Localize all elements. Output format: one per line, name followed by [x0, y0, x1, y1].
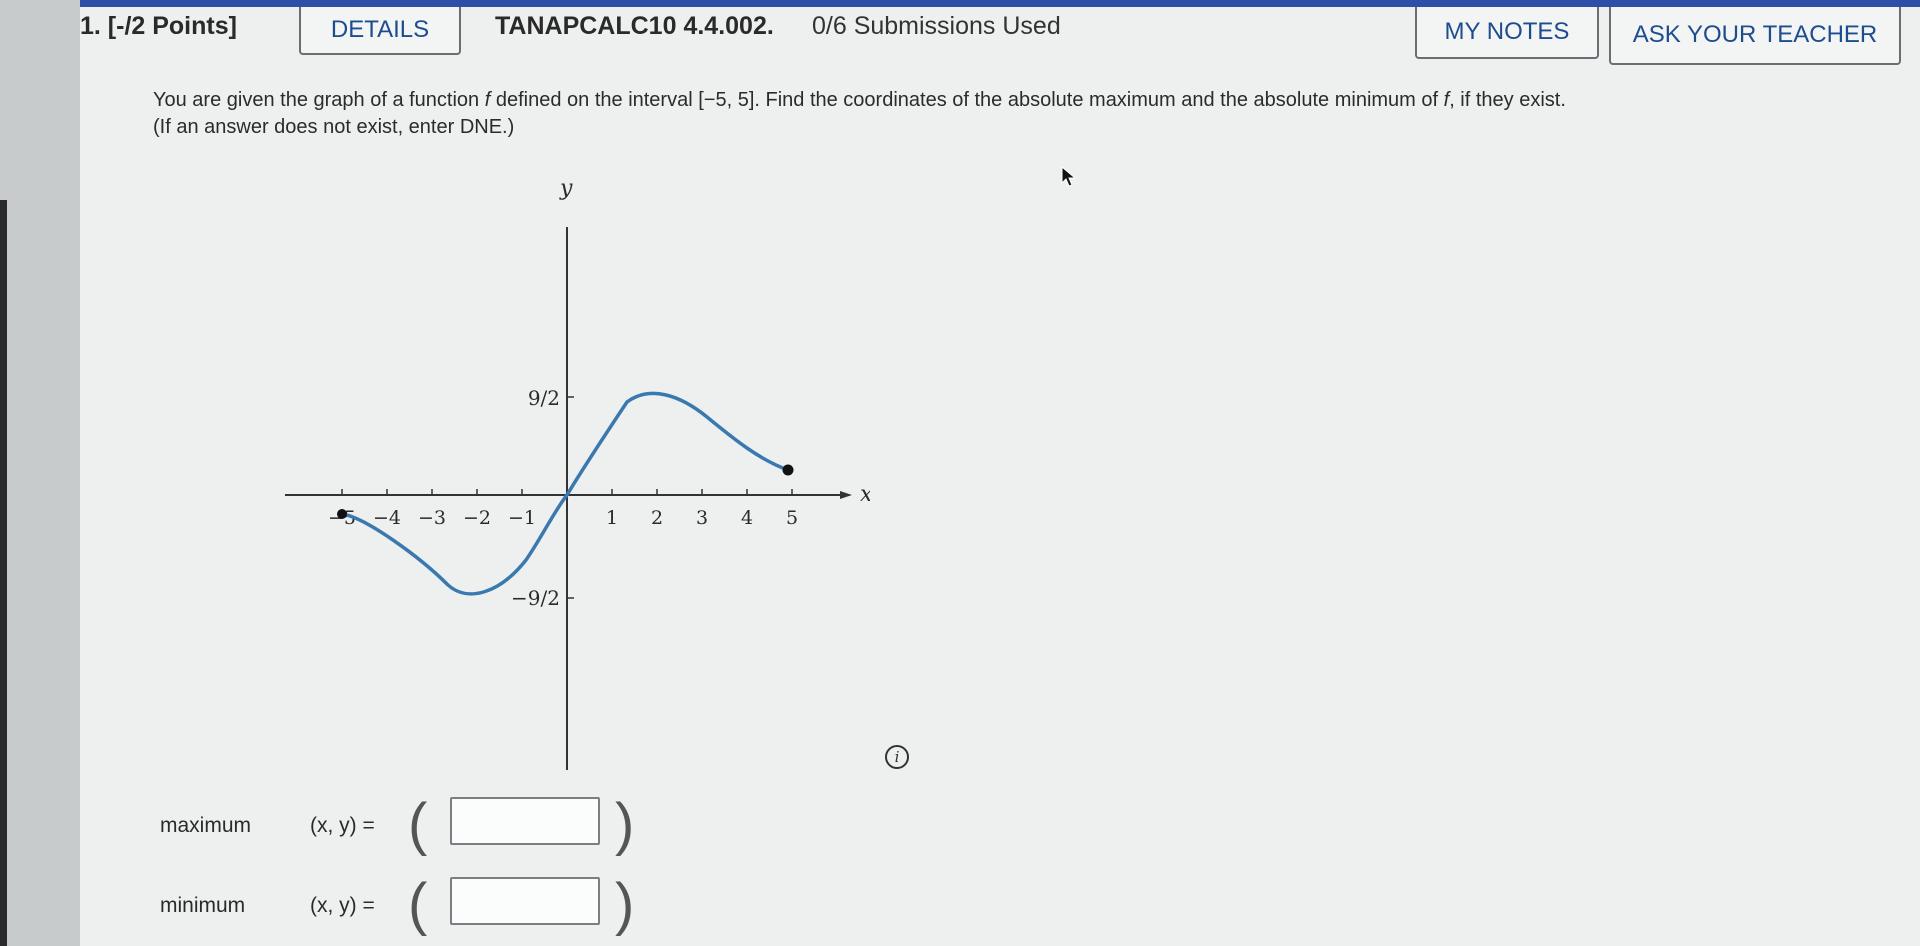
- maximum-xy-label: (x, y) =: [310, 814, 375, 837]
- problem-code: TANAPCALC10 4.4.002.: [495, 12, 774, 40]
- minimum-open-paren: (: [408, 872, 428, 937]
- mouse-cursor-icon: [1061, 166, 1077, 187]
- question-part2: defined on the interval [−5, 5]. Find th…: [490, 89, 1444, 111]
- details-button[interactable]: DETAILS: [299, 7, 461, 55]
- submissions-used: 0/6 Submissions Used: [812, 12, 1061, 40]
- left-dark-strip: [0, 200, 7, 946]
- minimum-xy-label: (x, y) =: [310, 894, 375, 917]
- question-instruction: (If an answer does not exist, enter DNE.…: [153, 116, 515, 138]
- my-notes-button[interactable]: MY NOTES: [1415, 7, 1599, 59]
- x-tick-labels: −5 −4 −3 −2 −1 1 2 3 4 5: [328, 507, 798, 529]
- x-tick-label: −1: [508, 507, 536, 529]
- x-tick-label: −4: [373, 507, 401, 529]
- x-axis-label: x: [860, 482, 870, 507]
- x-tick-label: 3: [696, 507, 708, 529]
- y-tick-label-top: 9/2: [528, 386, 560, 410]
- maximum-open-paren: (: [408, 792, 428, 857]
- top-accent-bar: [0, 0, 1920, 7]
- info-icon[interactable]: i: [885, 745, 909, 769]
- x-tick-label: −3: [418, 507, 446, 529]
- minimum-label: minimum: [160, 894, 246, 917]
- x-tick-label: 5: [786, 507, 798, 529]
- y-axis-label: y: [559, 176, 573, 201]
- maximum-close-paren: ): [615, 792, 635, 857]
- question-part3: , if they exist.: [1449, 89, 1566, 111]
- x-tick-label: 1: [606, 507, 618, 529]
- maximum-input[interactable]: [450, 797, 600, 845]
- function-graph: y x 9/2 −9/2 −5 −4 −3 −2 −1 1 2 3 4 5: [285, 176, 870, 770]
- minimum-close-paren: ): [615, 872, 635, 937]
- maximum-label: maximum: [160, 814, 252, 837]
- points-label: 1. [-/2 Points]: [80, 12, 237, 40]
- question-part1: You are given the graph of a function: [153, 89, 485, 111]
- ask-teacher-button[interactable]: ASK YOUR TEACHER: [1609, 7, 1901, 65]
- x-axis-arrow: [840, 491, 852, 499]
- question-text: You are given the graph of a function f …: [153, 87, 1893, 141]
- x-tick-label: 2: [651, 507, 663, 529]
- endpoint-left: [337, 509, 347, 519]
- y-tick-label-bottom: −9/2: [511, 586, 560, 610]
- function-curve: [340, 391, 790, 596]
- x-tick-label: 4: [741, 507, 753, 529]
- endpoint-right: [782, 464, 794, 476]
- minimum-input[interactable]: [450, 877, 600, 925]
- x-tick-label: −2: [463, 507, 491, 529]
- left-margin: [0, 0, 80, 946]
